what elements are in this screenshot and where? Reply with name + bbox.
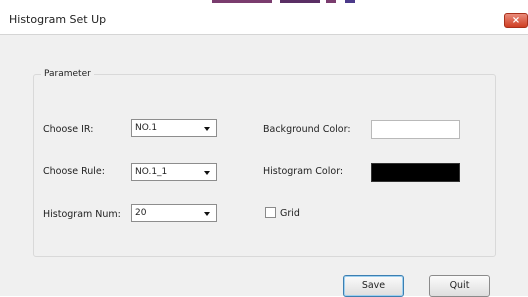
choose-ir-value: NO.1 [135,123,158,133]
choose-rule-select[interactable]: NO.1_1 [131,163,217,181]
histogram-num-value: 20 [135,208,147,218]
background-window-strip [212,0,272,3]
background-color-swatch[interactable] [371,120,460,139]
histogram-num-label: Histogram Num: [43,209,121,220]
chevron-down-icon [204,212,210,216]
background-window-strip [280,0,320,3]
chevron-down-icon [204,171,210,175]
choose-rule-value: NO.1_1 [135,167,168,177]
histogram-num-select[interactable]: 20 [131,204,217,222]
choose-ir-select[interactable]: NO.1 [131,119,217,137]
window-title: Histogram Set Up [9,13,107,26]
quit-button[interactable]: Quit [429,275,490,297]
background-window-strip [345,0,355,3]
histogram-color-swatch[interactable] [371,163,460,182]
close-button[interactable]: × [504,13,528,28]
choose-rule-label: Choose Rule: [43,166,105,177]
background-color-label: Background Color: [263,124,351,135]
grid-label[interactable]: Grid [280,208,300,219]
histogram-color-label: Histogram Color: [263,166,344,177]
grid-checkbox[interactable] [265,207,276,218]
close-icon: × [511,15,521,26]
choose-ir-label: Choose IR: [43,124,94,135]
background-window-strip [326,0,336,3]
save-button[interactable]: Save [343,275,404,297]
histogram-setup-dialog: Histogram Set Up × Parameter Choose IR: … [0,0,528,297]
parameter-group-label: Parameter [41,69,94,79]
title-bar: Histogram Set Up × [0,0,528,35]
chevron-down-icon [204,127,210,131]
